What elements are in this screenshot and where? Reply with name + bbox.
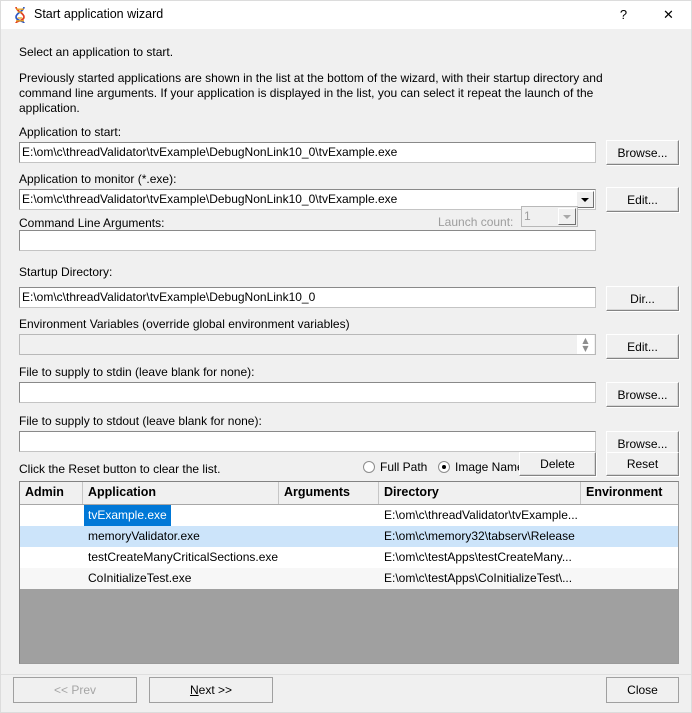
cell-admin — [20, 568, 83, 589]
window-title: Start application wizard — [34, 7, 164, 21]
startup-directory-dir-button[interactable]: Dir... — [606, 286, 679, 311]
list-header-row: Admin Application Arguments Directory En… — [20, 482, 678, 505]
column-header-arguments[interactable]: Arguments — [279, 482, 379, 504]
next-button-label: Next >> — [190, 683, 232, 697]
application-to-start-input[interactable]: E:\om\c\threadValidator\tvExample\DebugN… — [19, 142, 596, 163]
command-line-arguments-input[interactable] — [19, 230, 596, 251]
cell-application: tvExample.exe — [83, 505, 279, 526]
startup-directory-input[interactable]: E:\om\c\threadValidator\tvExample\DebugN… — [19, 287, 596, 308]
cell-environment — [581, 568, 678, 589]
stdin-input[interactable] — [19, 382, 596, 403]
cell-admin — [20, 547, 83, 568]
intro-paragraph-line-3: application. — [19, 101, 80, 115]
next-button-accelerator: N — [189, 683, 199, 697]
stdin-label: File to supply to stdin (leave blank for… — [19, 365, 255, 379]
radio-full-path-indicator-icon — [363, 461, 375, 473]
column-header-directory[interactable]: Directory — [379, 482, 581, 504]
cell-directory: E:\om\c\memory32\tabserv\Release — [384, 529, 575, 543]
cell-arguments — [279, 547, 379, 568]
reset-hint-label: Click the Reset button to clear the list… — [19, 462, 221, 476]
title-bar: Start application wizard ? ✕ — [1, 1, 691, 30]
reset-button[interactable]: Reset — [606, 452, 679, 476]
cell-application: memoryValidator.exe — [88, 529, 200, 543]
intro-heading: Select an application to start. — [19, 45, 174, 59]
application-to-monitor-edit-button[interactable]: Edit... — [606, 187, 679, 212]
radio-image-name[interactable]: Image Name — [438, 460, 524, 474]
table-row[interactable]: CoInitializeTest.exe E:\om\c\testApps\Co… — [20, 568, 678, 589]
delete-button[interactable]: Delete — [519, 452, 596, 476]
launch-count-chevron-down-icon — [558, 208, 576, 225]
cell-application-selected-text: tvExample.exe — [84, 505, 171, 526]
intro-paragraph-line-2: command line arguments. If your applicat… — [19, 86, 594, 100]
close-window-button[interactable]: ✕ — [646, 1, 691, 29]
applications-list[interactable]: Admin Application Arguments Directory En… — [19, 481, 679, 664]
cell-directory: E:\om\c\threadValidator\tvExample... — [384, 508, 578, 522]
launch-count-label: Launch count: — [438, 215, 514, 229]
cell-admin — [20, 505, 83, 526]
dialog-client-area: Select an application to start. Previous… — [1, 29, 691, 712]
radio-image-name-indicator-icon — [438, 461, 450, 473]
list-body: tvExample.exe E:\om\c\threadValidator\tv… — [20, 505, 678, 589]
environment-variables-spinner[interactable]: ▲ ▼ — [577, 335, 594, 354]
table-row[interactable]: memoryValidator.exe E:\om\c\memory32\tab… — [20, 526, 678, 547]
cell-directory: E:\om\c\testApps\CoInitializeTest\... — [384, 571, 573, 585]
stdin-browse-button[interactable]: Browse... — [606, 382, 679, 407]
stdout-input[interactable] — [19, 431, 596, 452]
cell-application: CoInitializeTest.exe — [88, 571, 192, 585]
environment-variables-input[interactable] — [19, 334, 596, 355]
table-row[interactable]: tvExample.exe E:\om\c\threadValidator\tv… — [20, 505, 678, 526]
startup-directory-label: Startup Directory: — [19, 265, 113, 279]
cell-arguments — [279, 526, 379, 547]
help-button[interactable]: ? — [601, 1, 646, 29]
dna-helix-icon — [11, 6, 29, 24]
cell-environment — [581, 526, 678, 547]
close-button[interactable]: Close — [606, 677, 679, 703]
radio-full-path-label: Full Path — [380, 460, 428, 474]
cell-admin — [20, 526, 83, 547]
application-to-monitor-combo[interactable]: E:\om\c\threadValidator\tvExample\DebugN… — [19, 189, 596, 210]
application-to-start-browse-button[interactable]: Browse... — [606, 140, 679, 165]
application-to-monitor-label: Application to monitor (*.exe): — [19, 172, 177, 186]
application-to-start-label: Application to start: — [19, 125, 122, 139]
cell-arguments — [279, 505, 379, 526]
radio-image-name-label: Image Name — [455, 460, 524, 474]
environment-variables-edit-button[interactable]: Edit... — [606, 334, 679, 359]
next-button-suffix: ext >> — [198, 683, 233, 697]
footer-divider — [1, 674, 691, 675]
cell-environment — [581, 547, 678, 568]
cell-application: testCreateManyCriticalSections.exe — [88, 550, 279, 564]
column-header-environment[interactable]: Environment — [581, 482, 678, 504]
radio-full-path[interactable]: Full Path — [363, 460, 427, 474]
start-application-wizard-dialog: Start application wizard ? ✕ Select an a… — [0, 0, 692, 713]
cell-arguments — [279, 568, 379, 589]
table-row[interactable]: testCreateManyCriticalSections.exe E:\om… — [20, 547, 678, 568]
intro-paragraph-line-1: Previously started applications are show… — [19, 71, 603, 85]
prev-button: << Prev — [13, 677, 137, 703]
chevron-down-icon: ▼ — [582, 343, 589, 353]
cell-directory: E:\om\c\testApps\testCreateMany... — [384, 550, 572, 564]
environment-variables-label: Environment Variables (override global e… — [19, 317, 350, 331]
application-to-monitor-chevron-down-icon[interactable] — [576, 191, 594, 208]
column-header-admin[interactable]: Admin — [20, 482, 83, 504]
cell-environment — [581, 505, 678, 526]
next-button[interactable]: Next >> — [149, 677, 273, 703]
command-line-arguments-label: Command Line Arguments: — [19, 216, 165, 230]
column-header-application[interactable]: Application — [83, 482, 279, 504]
stdout-label: File to supply to stdout (leave blank fo… — [19, 414, 262, 428]
